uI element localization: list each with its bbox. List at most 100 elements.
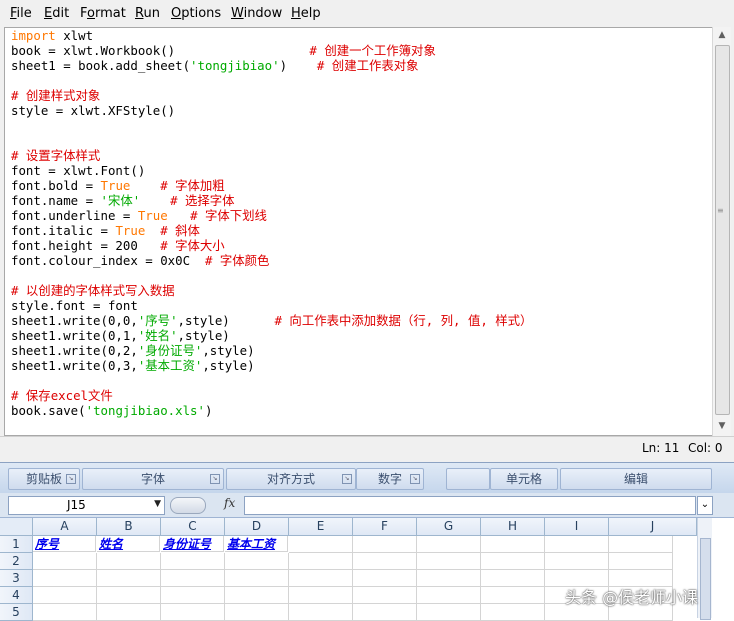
code-line: sheet1.write(0,2,'身份证号',style) [11, 343, 255, 358]
dialog-launcher-icon[interactable]: ↘ [410, 474, 420, 484]
column-header-j[interactable]: J [609, 518, 697, 536]
cell-j2[interactable] [609, 553, 673, 570]
cell-e5[interactable] [289, 604, 353, 621]
cell-d4[interactable] [225, 587, 289, 604]
dialog-launcher-icon[interactable]: ↘ [342, 474, 352, 484]
row-header-5[interactable]: 5 [0, 604, 33, 621]
cell-f2[interactable] [353, 553, 417, 570]
cell-f4[interactable] [353, 587, 417, 604]
cell-d1[interactable]: 基本工资 [225, 536, 288, 552]
column-header-c[interactable]: C [161, 518, 225, 536]
cell-b4[interactable] [97, 587, 161, 604]
cell-b2[interactable] [97, 553, 161, 570]
row-header-2[interactable]: 2 [0, 553, 33, 570]
code-line: book.save('tongjibiao.xls') [11, 403, 213, 418]
menu-file[interactable]: File [10, 6, 32, 21]
cell-f1[interactable] [353, 536, 417, 553]
name-box[interactable]: J15 ▼ [8, 496, 165, 515]
cell-d5[interactable] [225, 604, 289, 621]
code-line: # 保存excel文件 [11, 388, 113, 403]
ribbon-group-0[interactable]: 剪贴板 ↘ [8, 468, 80, 490]
cell-h3[interactable] [481, 570, 545, 587]
column-header-b[interactable]: B [97, 518, 161, 536]
cell-f3[interactable] [353, 570, 417, 587]
ribbon-group-5[interactable]: 单元格 [490, 468, 558, 490]
select-all-corner[interactable] [0, 518, 33, 536]
cell-a2[interactable] [33, 553, 97, 570]
cell-d3[interactable] [225, 570, 289, 587]
code-text[interactable]: import xlwt book = xlwt.Workbook() # 创建一个… [11, 28, 532, 418]
formula-cancel-enter-icon[interactable] [170, 497, 206, 514]
ribbon-group-6[interactable]: 编辑 [560, 468, 712, 490]
chevron-down-icon[interactable]: ▼ [154, 499, 161, 509]
cell-g1[interactable] [417, 536, 481, 553]
column-header-d[interactable]: D [225, 518, 289, 536]
grid-vertical-scrollbar[interactable] [697, 518, 712, 620]
cell-g3[interactable] [417, 570, 481, 587]
cell-c3[interactable] [161, 570, 225, 587]
cell-e2[interactable] [289, 553, 353, 570]
cell-c1[interactable]: 身份证号 [161, 536, 224, 552]
cell-a5[interactable] [33, 604, 97, 621]
ribbon-group-4[interactable] [446, 468, 490, 490]
cell-i1[interactable] [545, 536, 609, 553]
cell-h2[interactable] [481, 553, 545, 570]
editor-vertical-scrollbar[interactable]: ▲ ≡ ▼ [712, 27, 731, 436]
cell-h1[interactable] [481, 536, 545, 553]
cell-i2[interactable] [545, 553, 609, 570]
ribbon-group-1[interactable]: 字体 ↘ [82, 468, 224, 490]
cell-b1[interactable]: 姓名 [97, 536, 160, 552]
cell-h4[interactable] [481, 587, 545, 604]
row-header-1[interactable]: 1 [0, 536, 33, 553]
cell-g2[interactable] [417, 553, 481, 570]
cell-e1[interactable] [289, 536, 353, 553]
cell-g4[interactable] [417, 587, 481, 604]
cell-e3[interactable] [289, 570, 353, 587]
cell-j1[interactable] [609, 536, 673, 553]
menu-run[interactable]: Run [135, 6, 160, 21]
cell-e4[interactable] [289, 587, 353, 604]
menu-format[interactable]: Format [80, 6, 126, 21]
cell-a3[interactable] [33, 570, 97, 587]
code-line: font.name = '宋体' # 选择字体 [11, 193, 235, 208]
cell-d2[interactable] [225, 553, 289, 570]
cell-c2[interactable] [161, 553, 225, 570]
column-header-h[interactable]: H [481, 518, 545, 536]
menu-options[interactable]: Options [171, 6, 221, 21]
cell-c4[interactable] [161, 587, 225, 604]
menu-bar: File Edit Format Run Options Window Help [0, 0, 734, 30]
column-header-f[interactable]: F [353, 518, 417, 536]
cell-b3[interactable] [97, 570, 161, 587]
menu-edit[interactable]: Edit [44, 6, 69, 21]
dialog-launcher-icon[interactable]: ↘ [66, 474, 76, 484]
code-line: # 创建样式对象 [11, 88, 101, 103]
column-header-i[interactable]: I [545, 518, 609, 536]
scroll-up-icon[interactable]: ▲ [713, 27, 731, 44]
formula-input[interactable] [244, 496, 696, 515]
ribbon-group-3[interactable]: 数字 ↘ [356, 468, 424, 490]
column-header-a[interactable]: A [33, 518, 97, 536]
code-editor[interactable]: import xlwt book = xlwt.Workbook() # 创建一个… [4, 27, 714, 436]
cell-a1[interactable]: 序号 [33, 536, 96, 552]
row-header-3[interactable]: 3 [0, 570, 33, 587]
cell-f5[interactable] [353, 604, 417, 621]
menu-help[interactable]: Help [291, 6, 321, 21]
cell-g5[interactable] [417, 604, 481, 621]
row-header-4[interactable]: 4 [0, 587, 33, 604]
expand-formula-bar-icon[interactable]: ⌄ [697, 496, 713, 515]
ribbon-group-2[interactable]: 对齐方式 ↘ [226, 468, 356, 490]
scroll-thumb[interactable] [715, 45, 730, 415]
menu-window[interactable]: Window [231, 6, 282, 21]
fx-icon[interactable]: fx [224, 496, 235, 510]
column-header-e[interactable]: E [289, 518, 353, 536]
cell-h5[interactable] [481, 604, 545, 621]
code-line: font.bold = True # 字体加粗 [11, 178, 225, 193]
status-bar: Ln: 11 Col: 0 [0, 436, 734, 461]
cell-b5[interactable] [97, 604, 161, 621]
cell-c5[interactable] [161, 604, 225, 621]
cell-a4[interactable] [33, 587, 97, 604]
scroll-down-icon[interactable]: ▼ [713, 418, 731, 435]
column-header-g[interactable]: G [417, 518, 481, 536]
dialog-launcher-icon[interactable]: ↘ [210, 474, 220, 484]
grid-scroll-thumb[interactable] [700, 538, 711, 620]
